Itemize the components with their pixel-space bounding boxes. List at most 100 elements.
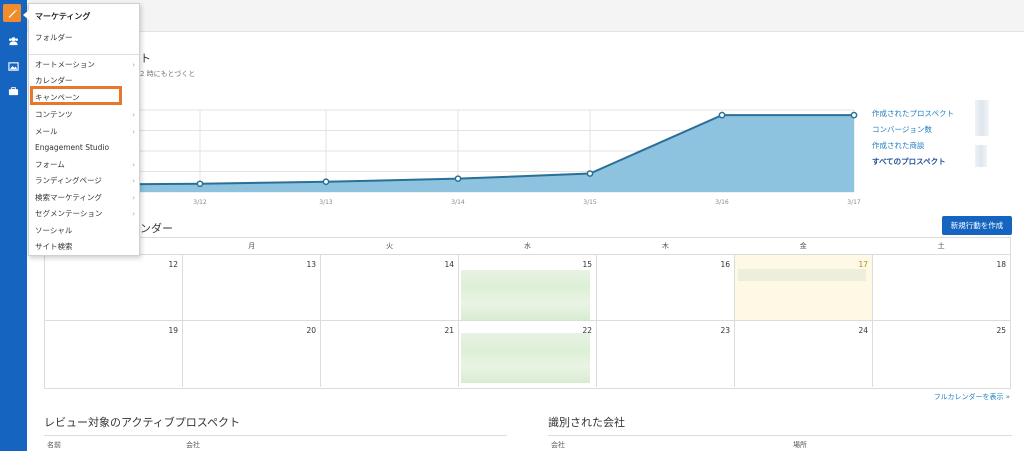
legend-conversions[interactable]: コンバージョン数 <box>872 122 992 138</box>
calendar-day-cell[interactable]: 13 <box>183 255 321 320</box>
identified-companies-panel-title: 識別された会社 <box>548 416 625 429</box>
calendar-day-cell[interactable]: 25 <box>873 321 1010 387</box>
weekday-label: 金 <box>799 242 807 250</box>
menu-item-label: メール <box>35 127 58 136</box>
menu-item[interactable]: フォーム › <box>35 158 135 172</box>
calendar-event[interactable] <box>738 269 866 281</box>
calendar-day-cell[interactable]: 16 <box>597 255 735 320</box>
chevron-right-icon: › <box>132 177 135 185</box>
column-header-location[interactable]: 場所 <box>793 440 807 450</box>
day-number: 19 <box>168 326 178 335</box>
calendar-day-cell-today[interactable]: 17 <box>735 255 873 320</box>
calendar-day-cell[interactable]: 18 <box>873 255 1010 320</box>
legend-all-prospects[interactable]: すべてのプロスペクト <box>872 154 992 170</box>
menu-item[interactable]: サイト検索 <box>35 240 135 254</box>
legend-created-opportunities[interactable]: 作成された商談 <box>872 138 992 154</box>
day-number: 24 <box>858 326 868 335</box>
create-activity-button[interactable]: 新規行動を作成 <box>942 216 1012 235</box>
chevron-right-icon: › <box>132 161 135 169</box>
calendar-event-block[interactable] <box>461 270 590 320</box>
blurred-area <box>975 145 987 167</box>
calendar-weekday-header: 月 火 水 木 金 土 <box>45 238 1010 255</box>
marketing-nav-button[interactable] <box>3 4 21 22</box>
data-point[interactable] <box>586 170 594 177</box>
menu-item[interactable]: ソーシャル <box>35 224 135 238</box>
admin-nav-button[interactable] <box>0 80 27 102</box>
x-tick-label: 3/12 <box>193 199 207 206</box>
left-nav-rail <box>0 0 27 451</box>
data-point[interactable] <box>454 175 462 183</box>
day-number: 17 <box>858 260 868 269</box>
day-number: 18 <box>996 260 1006 269</box>
menu-item[interactable]: コンテンツ › <box>35 108 135 122</box>
x-tick-label: 3/16 <box>715 199 729 206</box>
column-header-name[interactable]: 名前 <box>47 440 61 450</box>
day-number: 21 <box>444 326 454 335</box>
marketing-dropdown-menu: マーケティング フォルダー オートメーション › カレンダー キャンペーン コンテンツ ›… <box>28 3 140 256</box>
menu-item[interactable]: オートメーション › <box>35 58 135 72</box>
data-point[interactable] <box>196 180 204 188</box>
day-number: 25 <box>996 326 1006 335</box>
menu-item[interactable]: 検索マーケティング › <box>35 191 135 205</box>
x-tick-label: 3/15 <box>583 199 597 206</box>
calendar-day-cell[interactable]: 20 <box>183 321 321 387</box>
x-tick-label: 3/14 <box>451 199 465 206</box>
menu-caret <box>23 10 29 20</box>
x-tick-label: 3/17 <box>847 199 861 206</box>
calendar-day-cell[interactable]: 14 <box>321 255 459 320</box>
users-icon <box>9 36 18 45</box>
menu-item[interactable]: メール › <box>35 125 135 139</box>
menu-item-label: ランディングページ <box>35 176 102 185</box>
reports-nav-button[interactable] <box>0 55 27 77</box>
prospect-area-chart: 3/12 3/13 3/14 3/15 3/16 3/17 <box>39 109 861 206</box>
prospects-nav-button[interactable] <box>0 30 27 52</box>
chevron-right-icon: › <box>132 61 135 69</box>
briefcase-icon <box>8 86 19 95</box>
day-number: 15 <box>582 260 592 269</box>
day-number: 16 <box>720 260 730 269</box>
column-header-company[interactable]: 会社 <box>186 440 200 450</box>
legend-created-prospects[interactable]: 作成されたプロスペクト <box>872 106 992 122</box>
day-number: 20 <box>306 326 316 335</box>
menu-item[interactable]: Engagement Studio <box>35 141 135 155</box>
day-number: 13 <box>306 260 316 269</box>
chevron-right-icon: › <box>132 128 135 136</box>
calendar-day-cell[interactable]: 24 <box>735 321 873 387</box>
full-calendar-link[interactable]: フルカレンダーを表示 » <box>934 392 1010 402</box>
menu-divider <box>29 54 139 55</box>
menu-item[interactable]: セグメンテーション › <box>35 207 135 221</box>
menu-item-label: フォーム <box>35 160 65 169</box>
data-point[interactable] <box>718 111 726 119</box>
weekday-label: 木 <box>661 242 669 250</box>
chevron-right-icon: › <box>132 210 135 218</box>
divider <box>44 435 507 436</box>
calendar-day-cell[interactable]: 19 <box>45 321 183 387</box>
column-header-company[interactable]: 会社 <box>551 440 565 450</box>
day-number: 14 <box>444 260 454 269</box>
menu-item-label: ソーシャル <box>35 226 73 235</box>
data-point[interactable] <box>850 111 858 119</box>
menu-item-label: 検索マーケティング <box>35 193 102 202</box>
calendar-day-cell[interactable]: 12 <box>45 255 183 320</box>
day-number: 23 <box>720 326 730 335</box>
menu-item-label: Engagement Studio <box>35 143 110 152</box>
calendar-day-cell[interactable]: 21 <box>321 321 459 387</box>
day-number: 12 <box>168 260 178 269</box>
calendar-day-cell[interactable]: 23 <box>597 321 735 387</box>
menu-item-label: オートメーション <box>35 60 95 69</box>
menu-item[interactable]: ランディングページ › <box>35 174 135 188</box>
chevron-right-icon: › <box>132 194 135 202</box>
data-point[interactable] <box>322 178 330 186</box>
menu-item-folders[interactable]: フォルダー <box>35 31 135 45</box>
menu-header: マーケティング <box>35 12 91 21</box>
active-prospects-panel-title: レビュー対象のアクティブプロスペクト <box>44 416 241 429</box>
weekday-label: 土 <box>937 242 945 250</box>
prospect-chart: 3/12 3/13 3/14 3/15 3/16 3/17 <box>39 104 870 214</box>
weekday-label: 月 <box>248 242 256 250</box>
calendar-event-block[interactable] <box>461 333 590 383</box>
divider <box>548 435 1012 436</box>
blurred-area <box>975 100 989 136</box>
campaign-highlight-box <box>30 86 122 105</box>
chart-subtitle-tail: 2 時にもとづくと <box>140 70 196 78</box>
calendar-title-tail: ンダー <box>140 222 173 235</box>
